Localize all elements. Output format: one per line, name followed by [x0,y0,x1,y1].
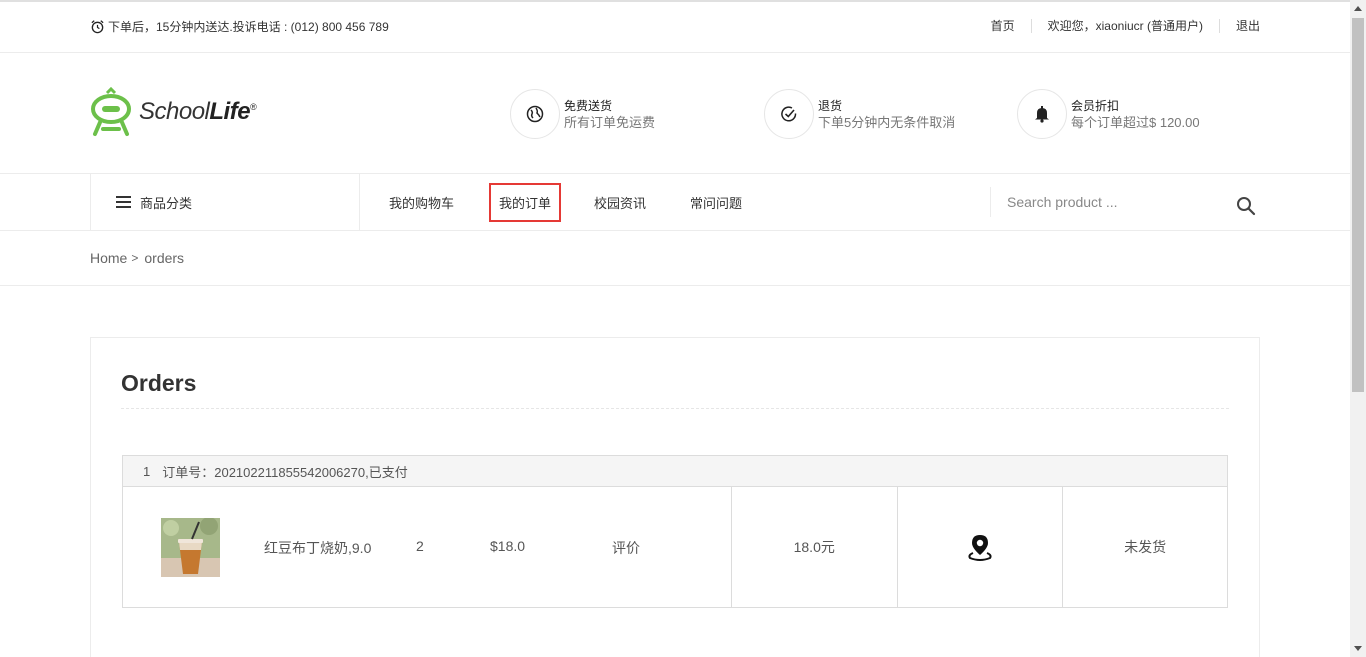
feature-title: 会员折扣 [1071,98,1120,113]
scroll-up-arrow-icon[interactable] [1354,6,1362,11]
nav-item-orders[interactable]: 我的订单 [489,182,562,222]
header: SchoolLife® 免费送货 所有订单免运费 退货 下单5分钟内无条件取消 … [0,53,1350,174]
order-location-cell [896,487,1063,607]
alarm-clock-icon [91,20,104,34]
feature-desc: 下单5分钟内无条件取消 [818,114,956,130]
search-box [990,187,1260,217]
vertical-scrollbar[interactable] [1350,0,1366,657]
breadcrumb: Home > orders [0,231,1350,286]
order-total: 18.0元 [730,487,897,607]
category-label: 商品分类 [140,195,193,211]
map-pin-icon[interactable] [967,533,993,561]
logo-text: SchoolLife® [139,98,257,126]
search-icon[interactable] [1236,196,1256,216]
logo-registered-mark: ® [250,102,257,112]
order-header: 1 订单号：20210221185554200627​0,已支付 [122,455,1228,487]
milk-tea-image [161,518,220,577]
robot-logo-icon [91,87,131,136]
shipping-status: 未发货 [1062,487,1227,607]
feature-title: 退货 [818,98,843,113]
globe-icon [526,105,544,123]
welcome-user[interactable]: 欢迎您，xiaoniucr (普通用户) [1048,17,1203,34]
feature-title: 免费送货 [564,98,613,113]
delivery-notice: 下单后，15分钟内送达.投诉电话 : (012) 800 456 789 [90,18,389,35]
review-link[interactable]: 评价 [612,538,640,558]
home-link[interactable]: 首页 [991,17,1015,34]
site-logo[interactable]: SchoolLife® [89,87,257,137]
delivery-notice-text: 下单后，15分钟内送达.投诉电话 : (012) 800 456 789 [108,20,389,34]
top-bar: 下单后，15分钟内送达.投诉电话 : (012) 800 456 789 首页 … [0,2,1350,53]
feature-icon-circle [764,89,814,139]
feature-desc: 所有订单免运费 [564,114,656,130]
product-thumbnail[interactable] [161,518,220,577]
title-divider [121,408,1229,409]
breadcrumb-home[interactable]: Home [90,250,127,266]
order-product-cell: 红豆布丁烧奶,9.0 2 $18.0 评价 [123,487,731,607]
page-title: Orders [121,370,197,396]
feature-desc: 每个订单超过$ 120.00 [1071,114,1200,130]
scrollbar-thumb[interactable] [1352,18,1364,392]
nav-item-faq[interactable]: 常问问题 [690,185,742,220]
product-quantity: 2 [416,538,424,554]
orders-panel: Orders 1 订单号：20210221185554200627​0,已支付 [90,337,1260,657]
product-name[interactable]: 红豆布丁烧奶,9.0 [264,538,371,558]
top-links: 首页 欢迎您，xiaoniucr (普通用户) 退出 [991,17,1260,34]
logout-link[interactable]: 退出 [1236,17,1260,34]
feature-free-shipping: 免费送货 所有订单免运费 [510,89,655,139]
nav-menu: 我的购物车 我的订单 校园资讯 常问问题 [389,174,786,230]
logo-text-school: School [139,98,210,125]
breadcrumb-current: orders [144,250,185,266]
nav-item-campus-news[interactable]: 校园资讯 [594,185,646,220]
product-price: $18.0 [490,538,526,554]
scroll-down-arrow-icon[interactable] [1354,646,1362,651]
page: 下单后，15分钟内送达.投诉电话 : (012) 800 456 789 首页 … [0,0,1350,657]
logo-text-life: Life [209,98,251,125]
divider [1030,18,1032,33]
hamburger-icon [116,196,131,208]
order-number: 订单号：20210221185554200627​0,已支付 [162,464,408,480]
breadcrumb-separator: > [131,251,139,265]
feature-icon-circle [1017,89,1067,139]
feature-returns: 退货 下单5分钟内无条件取消 [764,89,955,139]
divider [1218,18,1220,33]
bell-icon [1035,106,1049,123]
check-circle-icon [781,106,797,122]
feature-icon-circle [510,89,560,139]
nav-item-cart[interactable]: 我的购物车 [389,185,454,220]
category-menu-button[interactable]: 商品分类 [90,174,360,230]
main-nav: 商品分类 我的购物车 我的订单 校园资讯 常问问题 [0,174,1350,231]
order-index: 1 [143,463,151,479]
feature-member-discount: 会员折扣 每个订单超过$ 120.00 [1017,89,1200,139]
search-input[interactable] [1007,191,1217,213]
order-row: 红豆布丁烧奶,9.0 2 $18.0 评价 18.0元 未发货 [122,486,1228,608]
